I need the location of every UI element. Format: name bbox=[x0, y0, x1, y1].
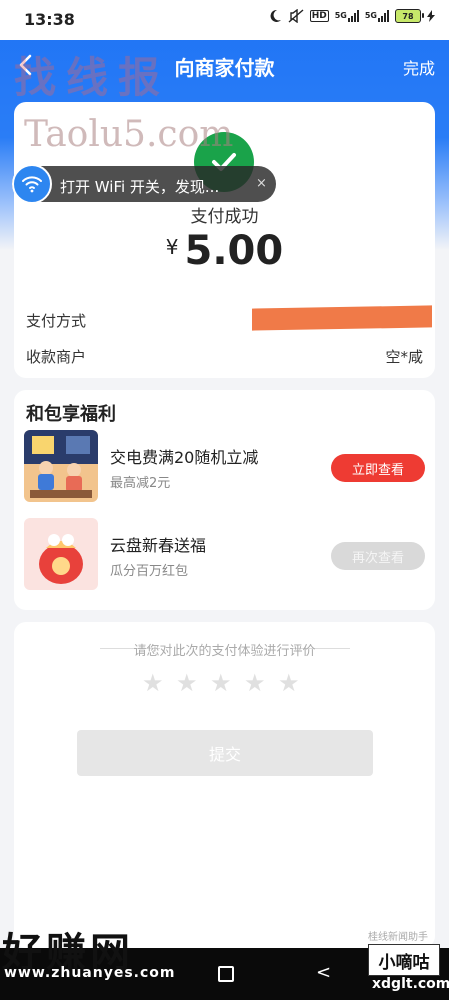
done-button[interactable]: 完成 bbox=[403, 55, 435, 79]
wifi-icon[interactable] bbox=[12, 164, 52, 204]
merchant-value: 空*咸 bbox=[385, 348, 423, 366]
rating-card: 请您对此次的支付体验进行评价 ★ ★ ★ ★ ★ 提交 bbox=[14, 622, 435, 948]
watermark-small: 桂线新闻助手 bbox=[368, 932, 428, 943]
rating-prompt: 请您对此次的支付体验进行评价 bbox=[133, 644, 316, 659]
red-envelope-image bbox=[24, 518, 98, 590]
status-bar: 13:38 HD 5G 5G 78 bbox=[0, 0, 449, 40]
promo-item[interactable]: 交电费满20随机立减 最高减2元 立即查看 bbox=[24, 430, 425, 506]
charging-icon bbox=[427, 10, 435, 22]
star-icon[interactable]: ★ bbox=[278, 671, 300, 695]
electricity-promo-image bbox=[24, 430, 98, 502]
promo-subtitle: 最高减2元 bbox=[110, 476, 171, 491]
merchant-row: 收款商户 空*咸 bbox=[26, 346, 423, 367]
view-again-button[interactable]: 再次查看 bbox=[331, 542, 425, 570]
status-time: 13:38 bbox=[24, 10, 75, 29]
submit-button[interactable]: 提交 bbox=[77, 730, 373, 776]
merchant-label: 收款商户 bbox=[26, 348, 87, 366]
brand-url: xdglt.com bbox=[372, 976, 449, 992]
benefits-card: 和包享福利 交电费满20随机立减 最高减2元 立即查看 云盘新春送福 瓜分百万红… bbox=[14, 390, 435, 610]
moon-icon bbox=[268, 9, 282, 23]
redacted-payment-method bbox=[252, 305, 432, 331]
wifi-toast-text: 打开 WiFi 开关，发现... bbox=[60, 178, 220, 196]
payment-method-label: 支付方式 bbox=[26, 312, 87, 330]
star-icon[interactable]: ★ bbox=[244, 671, 266, 695]
star-icon[interactable]: ★ bbox=[142, 671, 164, 695]
watermark-bottom-url: www.zhuanyes.com bbox=[4, 965, 176, 981]
brand-logo: 小嘀咕 bbox=[368, 944, 440, 976]
status-icons: HD 5G 5G 78 bbox=[268, 9, 435, 23]
signal-icon-2: 5G bbox=[365, 10, 389, 22]
promo-item[interactable]: 云盘新春送福 瓜分百万红包 再次查看 bbox=[24, 518, 425, 594]
star-icon[interactable]: ★ bbox=[210, 671, 232, 695]
currency-symbol: ¥ bbox=[165, 235, 179, 259]
recent-apps-icon[interactable] bbox=[218, 966, 234, 982]
payment-status: 支付成功 bbox=[190, 207, 259, 227]
signal-icon-1: 5G bbox=[335, 10, 359, 22]
promo-title: 交电费满20随机立减 bbox=[110, 448, 259, 467]
benefits-title: 和包享福利 bbox=[26, 404, 116, 425]
battery-icon: 78 bbox=[395, 9, 424, 23]
amount-value: 5.00 bbox=[184, 228, 284, 274]
watermark-top: 找线报 bbox=[14, 53, 171, 102]
promo-subtitle: 瓜分百万红包 bbox=[110, 564, 189, 579]
watermark-site: Taolu5.com bbox=[24, 114, 234, 155]
mute-icon bbox=[288, 9, 304, 23]
view-now-button[interactable]: 立即查看 bbox=[331, 454, 425, 482]
system-back-icon[interactable]: < bbox=[316, 962, 331, 983]
hd-badge: HD bbox=[309, 10, 329, 22]
toast-close-icon[interactable]: × bbox=[256, 176, 267, 191]
promo-title: 云盘新春送福 bbox=[110, 536, 207, 555]
star-rating[interactable]: ★ ★ ★ ★ ★ bbox=[142, 671, 300, 695]
star-icon[interactable]: ★ bbox=[176, 671, 198, 695]
payment-amount: ¥5.00 bbox=[14, 228, 435, 274]
